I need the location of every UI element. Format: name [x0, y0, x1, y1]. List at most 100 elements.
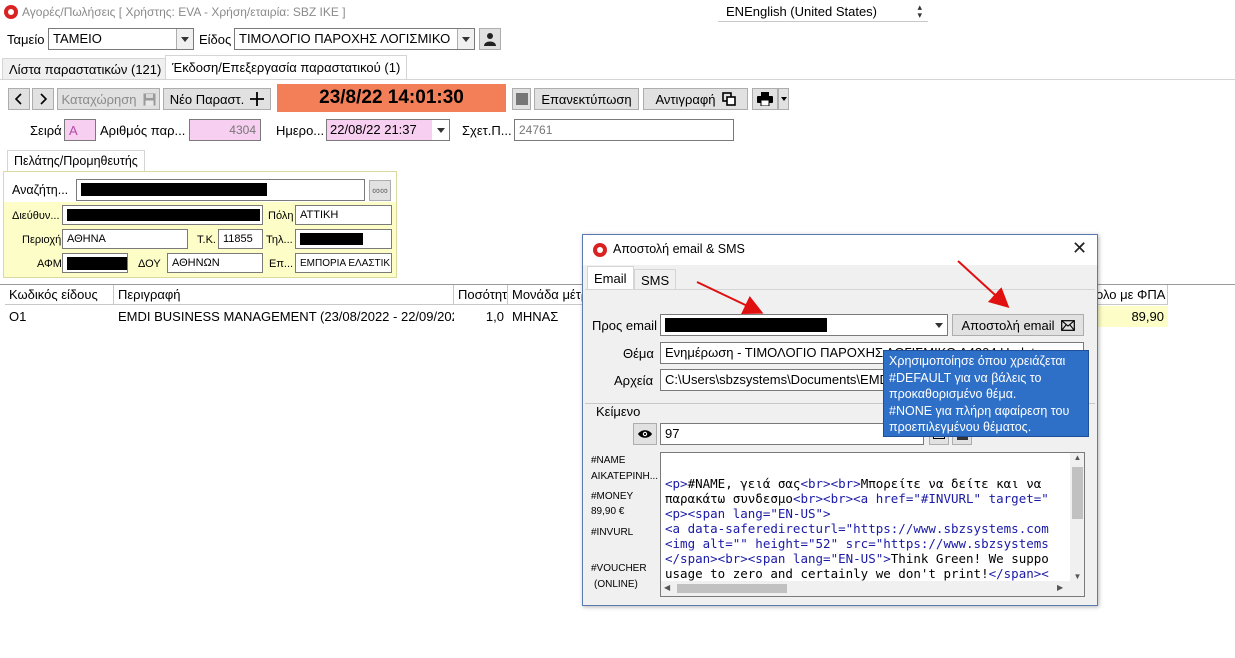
type-select[interactable]: ΤΙΜΟΛΟΓΙΟ ΠΑΡΟΧΗΣ ΛΟΓΙΣΜΙΚΟ	[234, 28, 475, 50]
subject-label: Θέμα	[623, 346, 654, 361]
redacted-block	[300, 233, 363, 245]
date-picker[interactable]: 22/08/22 21:37	[326, 119, 450, 141]
current-datetime: 23/8/22 14:01:30	[277, 84, 506, 112]
new-document-button[interactable]: Νέο Παραστ.	[163, 88, 271, 110]
var-voucher-value: (ONLINE)	[594, 579, 638, 590]
phone-field[interactable]	[295, 229, 392, 249]
close-icon[interactable]: ✕	[1072, 238, 1087, 259]
doy-field[interactable]: ΑΘΗΝΩΝ	[167, 253, 263, 273]
copy-icon	[721, 92, 736, 106]
code-line: <a data-saferedirecturl="https://www.sbz…	[665, 521, 1049, 536]
app-logo-icon	[4, 5, 18, 19]
print-options-button[interactable]	[778, 88, 789, 110]
language-code: EN	[726, 4, 745, 19]
copy-label: Αντιγραφή	[655, 91, 716, 107]
customer-lookup-button[interactable]: ∞∞	[369, 180, 391, 201]
next-button[interactable]	[32, 88, 54, 110]
address-field[interactable]	[62, 205, 263, 225]
grid-header-quantity[interactable]: Ποσότητα	[454, 285, 508, 305]
var-name-value: ΑΙΚΑΤΕΡΙΝΗ...	[591, 471, 659, 482]
save-button[interactable]: Καταχώρηση	[57, 88, 160, 110]
type-label: Είδος	[199, 32, 232, 47]
body-label: Κείμενο	[594, 404, 643, 419]
tab-document-edit[interactable]: Έκδοση/Επεξεργασία παραστατικού (1)	[165, 55, 408, 80]
chevron-down-icon	[432, 120, 449, 140]
scrollbar-thumb[interactable]	[677, 584, 787, 593]
var-invurl-tag[interactable]: #INVURL	[591, 527, 633, 538]
tab-sms[interactable]: SMS	[634, 269, 677, 290]
prev-button[interactable]	[8, 88, 30, 110]
vertical-scrollbar[interactable]: ▲ ▼	[1070, 453, 1084, 581]
send-email-button[interactable]: Αποστολή email	[952, 314, 1084, 336]
var-voucher-tag[interactable]: #VOUCHER	[591, 563, 647, 574]
grid-header-total[interactable]: ολο με ΦΠΑ	[1092, 285, 1168, 305]
scrollbar-thumb[interactable]	[1072, 467, 1083, 519]
tooltip-line: #DEFAULT για να βάλεις το	[889, 370, 1042, 385]
var-money-tag[interactable]: #MONEY	[591, 491, 633, 502]
grid-cell-total[interactable]: 89,90	[1092, 306, 1168, 327]
reprint-button[interactable]: Επανεκτύπωση	[534, 88, 639, 110]
language-select[interactable]: ENEnglish (United States) ▴ ▾	[718, 2, 928, 22]
copy-button[interactable]: Αντιγραφή	[643, 88, 748, 110]
chevron-right-icon	[40, 93, 48, 105]
area-field[interactable]: ΑΘΗΝΑ	[62, 229, 188, 249]
language-name: English (United States)	[744, 4, 878, 19]
grid-header-unit[interactable]: Μονάδα μέτρ	[508, 285, 588, 305]
var-money-value: 89,90 €	[591, 506, 625, 517]
tooltip-line: προεπιλεγμένου θέματος.	[889, 420, 1032, 434]
tab-document-list[interactable]: Λίστα παραστατικών (121)	[2, 58, 169, 80]
redacted-block	[67, 257, 127, 270]
date-value: 22/08/22 21:37	[330, 122, 417, 137]
user-button[interactable]	[479, 28, 501, 50]
code-line: παρακάτω συνδεσμο<br><br><a href="#INVUR…	[665, 491, 1049, 506]
code-line: usage to zero and certainly we don't pri…	[665, 566, 1049, 581]
grid-cell-quantity[interactable]: 1,0	[454, 306, 508, 327]
grid-header-description[interactable]: Περιγραφή	[114, 285, 454, 305]
app-logo-icon	[593, 243, 607, 257]
tab-customer[interactable]: Πελάτης/Προμηθευτής	[7, 150, 145, 173]
city-field[interactable]: ΑΤΤΙΚΗ	[295, 205, 392, 225]
customer-search-label: Αναζήτη...	[12, 183, 69, 197]
chevron-left-icon	[14, 93, 22, 105]
date-label: Ημερο...	[276, 123, 325, 138]
number-label: Αριθμός παρ...	[100, 123, 186, 138]
preview-button[interactable]	[633, 423, 657, 445]
grid-cell-code[interactable]: Ο1	[5, 306, 114, 327]
area-label: Περιοχή	[22, 234, 62, 246]
chevron-down-icon	[930, 315, 947, 335]
new-document-label: Νέο Παραστ.	[169, 91, 245, 107]
zip-field[interactable]: 11855	[218, 229, 263, 249]
grid-cell-unit[interactable]: ΜΗΝΑΣ	[508, 306, 588, 327]
occupation-field[interactable]: ΕΜΠΟΡΙΑ ΕΛΑΣΤΙΚ	[295, 253, 392, 273]
grid-cell-description[interactable]: EMDI BUSINESS MANAGEMENT (23/08/2022 - 2…	[114, 306, 454, 327]
horizontal-scrollbar[interactable]: ◀ ▶	[661, 581, 1084, 596]
series-field[interactable]: Α	[64, 119, 96, 141]
tab-email[interactable]: Email	[587, 266, 634, 290]
user-icon	[484, 33, 496, 46]
cashier-value: ΤΑΜΕΙΟ	[53, 31, 102, 46]
afm-field[interactable]	[62, 253, 128, 273]
cashier-label: Ταμείο	[7, 32, 45, 47]
print-button[interactable]	[752, 88, 778, 110]
stop-button[interactable]	[512, 88, 531, 110]
code-line: </span><br><span lang="EN-US">Think Gree…	[665, 551, 1049, 566]
city-label: Πόλη	[268, 210, 294, 222]
chevron-down-icon	[176, 29, 193, 49]
redacted-block	[81, 183, 267, 196]
to-email-select[interactable]	[660, 314, 948, 336]
save-label: Καταχώρηση	[61, 91, 137, 107]
floppy-disk-icon	[143, 93, 155, 105]
related-label: Σχετ.Π...	[462, 123, 512, 138]
number-field[interactable]: 4304	[189, 119, 261, 141]
series-label: Σειρά	[30, 123, 62, 138]
dialog-tab-divider	[585, 289, 1095, 290]
related-field[interactable]: 24761	[514, 119, 734, 141]
cashier-select[interactable]: ΤΑΜΕΙΟ	[48, 28, 194, 50]
doy-label: ΔΟΥ	[138, 258, 161, 270]
email-body-editor[interactable]: <p>#NAME, γειά σας<br><br>Μπορείτε να δε…	[660, 452, 1085, 597]
code-line: <img alt="" height="52" src="https://www…	[665, 536, 1049, 551]
var-name-tag[interactable]: #NAME	[591, 455, 625, 466]
customer-search-input[interactable]	[76, 179, 365, 201]
grid-header-code[interactable]: Κωδικός είδους	[5, 285, 114, 305]
dialog-titlebar: Αποστολή email & SMS ✕	[583, 235, 1097, 265]
